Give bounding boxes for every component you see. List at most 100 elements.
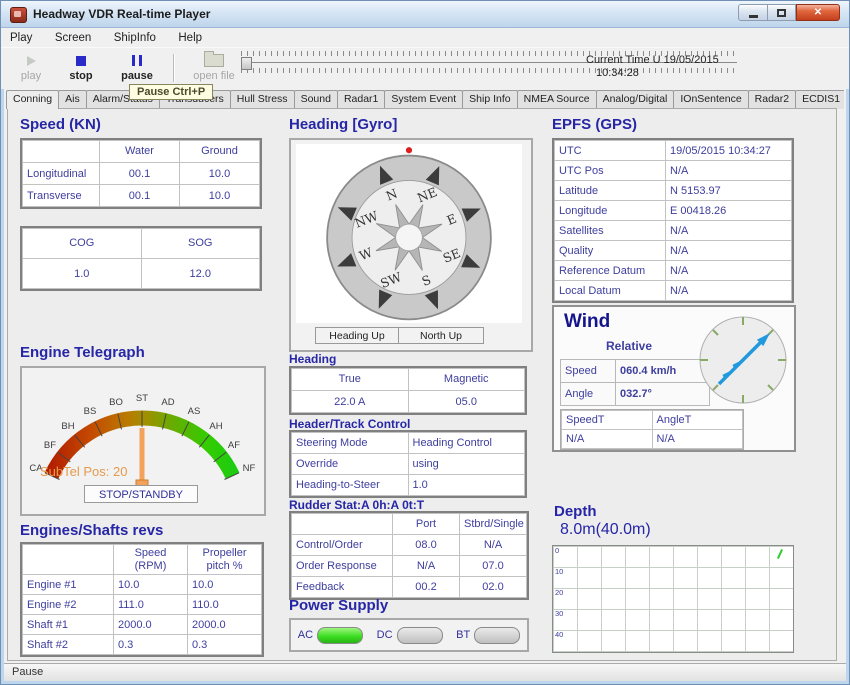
tab-ecdis1[interactable]: ECDIS1 (795, 90, 844, 109)
power-bt-indicator (474, 627, 520, 644)
close-button[interactable]: ✕ (796, 4, 840, 21)
column-header: Speed (RPM) (114, 545, 188, 575)
row-label: 1.0 (23, 259, 142, 289)
wind-true-table: SpeedTAngleTN/AN/A (560, 409, 744, 450)
row-label: Shaft #2 (23, 635, 114, 655)
row-label: Heading-to-Steer (292, 475, 409, 496)
play-button[interactable]: play (9, 52, 53, 82)
cell-value: 10.0 (114, 575, 188, 595)
tab-analog-digital[interactable]: Analog/Digital (596, 90, 675, 109)
speed-table: WaterGroundLongitudinal00.110.0Transvers… (20, 138, 262, 209)
cell-value: N/A (652, 430, 743, 449)
heading-up-button[interactable]: Heading Up (315, 327, 399, 344)
gyro-title: Heading [Gyro] (289, 116, 397, 133)
column-header: Port (393, 514, 460, 535)
cell-value: N 5153.97 (666, 181, 792, 201)
power-title: Power Supply (289, 597, 388, 614)
telegraph-title: Engine Telegraph (20, 344, 145, 361)
gauge-label: NF (243, 463, 256, 474)
track-control-table: Steering ModeHeading ControlOverrideusin… (289, 430, 527, 498)
row-label: Longitudinal (23, 163, 100, 185)
tab-sound[interactable]: Sound (294, 90, 338, 109)
cell-value: 032.7° (616, 383, 710, 406)
data-table-grid: Speed060.4 km/hAngle032.7° (560, 359, 710, 406)
telegraph-gauge: CA BF BH BS BO ST AD AS AH AF NF (22, 368, 262, 503)
app-icon (10, 7, 27, 23)
speed-title: Speed (KN) (20, 116, 101, 133)
open-file-label: open file (183, 70, 245, 82)
row-label: Local Datum (555, 281, 666, 301)
menu-shipinfo[interactable]: ShipInfo (105, 29, 165, 47)
cell-value: N/A (666, 221, 792, 241)
track-control-subtitle: Header/Track Control (289, 417, 410, 431)
data-table-grid: Steering ModeHeading ControlOverrideusin… (291, 432, 525, 496)
cell-value: 10.0 (188, 575, 262, 595)
play-label: play (9, 70, 53, 82)
cell-value: N/A (666, 281, 792, 301)
row-label: Engine #1 (23, 575, 114, 595)
slider-thumb[interactable] (241, 57, 252, 70)
stop-button[interactable]: stop (59, 52, 103, 82)
data-table-grid: COGSOG1.012.0 (22, 228, 260, 289)
cell-value: 02.0 (460, 577, 527, 598)
cell-value: 2000.0 (188, 615, 262, 635)
column-header: AngleT (652, 411, 743, 430)
tab-system-event[interactable]: System Event (384, 90, 463, 109)
open-file-button[interactable]: open file (183, 52, 245, 82)
cell-value: 19/05/2015 10:34:27 (666, 141, 792, 161)
power-ac-label: AC (298, 629, 313, 641)
tab-nmea-source[interactable]: NMEA Source (517, 90, 597, 109)
depth-scale-30: 30 (555, 610, 563, 618)
row-label: Longitude (555, 201, 666, 221)
row-label: Quality (555, 241, 666, 261)
heading-subtitle: Heading (289, 352, 336, 366)
column-header: Ground (180, 141, 260, 163)
wind-dial (697, 314, 789, 406)
column-header (23, 141, 100, 163)
wind-table: Speed060.4 km/hAngle032.7° (560, 359, 710, 406)
maximize-button[interactable] (768, 4, 796, 21)
tab-ship-info[interactable]: Ship Info (462, 90, 517, 109)
tab-radar1[interactable]: Radar1 (337, 90, 385, 109)
status-text: Pause (12, 666, 43, 678)
pause-button[interactable]: pause (113, 52, 161, 82)
depth-scale-20: 20 (555, 589, 563, 597)
tab-conning[interactable]: Conning (6, 90, 59, 109)
menu-screen[interactable]: Screen (46, 29, 100, 47)
status-bar: Pause (4, 663, 846, 681)
column-header (292, 514, 393, 535)
tab-ionsentence[interactable]: IOnSentence (673, 90, 748, 109)
tab-radar2[interactable]: Radar2 (748, 90, 796, 109)
title-bar: Headway VDR Real-time Player ✕ (1, 1, 849, 28)
tab-ais[interactable]: Ais (58, 90, 87, 109)
power-bt-label: BT (456, 629, 470, 641)
gauge-label: AF (228, 440, 240, 451)
cell-value: 12.0 (141, 259, 260, 289)
row-label: 22.0 A (292, 391, 409, 413)
rudder-table: PortStbrd/SingleControl/Order08.0N/AOrde… (289, 511, 529, 600)
telegraph-panel: CA BF BH BS BO ST AD AS AH AF NF SubTel … (20, 366, 266, 516)
menu-play[interactable]: Play (1, 29, 41, 47)
maximize-icon (777, 9, 786, 17)
gauge-label: BS (84, 406, 97, 417)
depth-scale-40: 40 (555, 631, 563, 639)
play-icon (27, 56, 36, 66)
cell-value: 10.0 (180, 163, 260, 185)
depth-value: 8.0m(40.0m) (560, 521, 651, 539)
row-label: Speed (561, 360, 616, 383)
column-header: COG (23, 229, 142, 259)
stop-standby-button[interactable]: STOP/STANDBY (84, 485, 198, 503)
gauge-label: BH (61, 421, 74, 432)
window-controls: ✕ (738, 4, 840, 21)
minimize-button[interactable] (738, 4, 768, 21)
column-header: Stbrd/Single (460, 514, 527, 535)
tab-hull-stress[interactable]: Hull Stress (230, 90, 295, 109)
pause-label: pause (113, 70, 161, 82)
row-label: N/A (562, 430, 653, 449)
power-ac-indicator (317, 627, 363, 644)
menu-help[interactable]: Help (169, 29, 211, 47)
toolbar-separator (173, 54, 175, 82)
cell-value: N/A (393, 556, 460, 577)
row-label: Satellites (555, 221, 666, 241)
north-up-button[interactable]: North Up (398, 327, 484, 344)
